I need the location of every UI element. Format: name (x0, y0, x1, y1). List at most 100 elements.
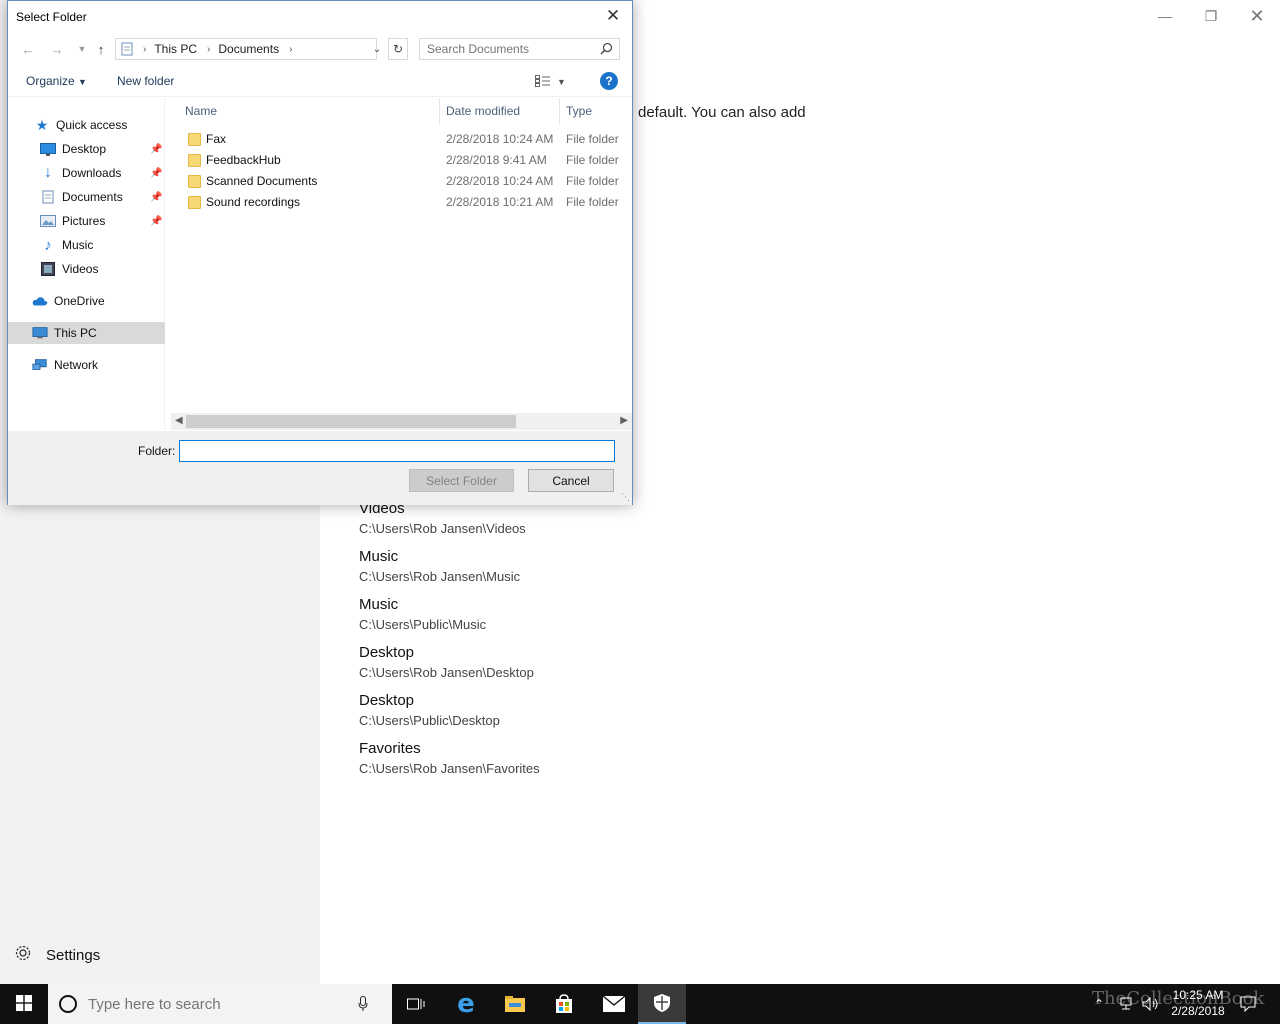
star-icon: ★ (35, 116, 49, 133)
folder-icon (188, 196, 201, 209)
nav-downloads[interactable]: ↓ Downloads 📌 (8, 162, 165, 184)
column-divider[interactable] (439, 98, 440, 124)
table-row[interactable]: Sound recordings 2/28/2018 10:21 AM File… (167, 192, 632, 213)
intro-text: default. You can also add (638, 104, 806, 121)
restore-button[interactable]: ❐ (1188, 4, 1234, 28)
list-item[interactable]: Desktop C:\Users\Public\Desktop (359, 692, 540, 740)
nav-desktop[interactable]: Desktop 📌 (8, 138, 165, 160)
videos-icon (40, 261, 56, 277)
nav-label: Desktop (62, 142, 107, 156)
column-header-date[interactable]: Date modified (446, 98, 520, 124)
chevron-down-icon[interactable]: ⌄ (367, 38, 387, 60)
minimize-button[interactable]: — (1142, 4, 1188, 28)
table-row[interactable]: FeedbackHub 2/28/2018 9:41 AM File folde… (167, 150, 632, 171)
dialog-footer: Folder: Select Folder Cancel ⋱ (8, 431, 632, 505)
edge-browser-icon[interactable]: e (442, 984, 490, 1024)
nav-this-pc[interactable]: This PC (8, 322, 165, 344)
nav-label: OneDrive (54, 294, 105, 308)
nav-videos[interactable]: Videos (8, 258, 165, 280)
microphone-icon[interactable] (358, 996, 368, 1012)
cancel-button[interactable]: Cancel (528, 469, 614, 492)
close-window-button[interactable]: ✕ (1234, 4, 1280, 28)
list-item[interactable]: Music C:\Users\Public\Music (359, 596, 540, 644)
recent-locations-icon[interactable]: ▼ (72, 39, 92, 59)
up-arrow-icon[interactable]: ↑ (91, 39, 111, 59)
column-divider[interactable] (559, 98, 560, 124)
mail-icon[interactable] (590, 984, 638, 1024)
library-path: C:\Users\Rob Jansen\Videos (359, 521, 526, 536)
new-folder-button[interactable]: New folder (117, 74, 174, 88)
nav-label: Pictures (62, 214, 106, 228)
settings-link[interactable]: Settings (14, 944, 100, 966)
list-item[interactable]: Desktop C:\Users\Rob Jansen\Desktop (359, 644, 540, 692)
organize-button[interactable]: Organize ▼ (26, 74, 87, 88)
column-header-type[interactable]: Type (566, 98, 592, 124)
scrollbar-thumb[interactable] (186, 415, 516, 428)
dialog-close-button[interactable]: ✕ (598, 3, 628, 29)
table-row[interactable]: Scanned Documents 2/28/2018 10:24 AM Fil… (167, 171, 632, 192)
list-item[interactable]: Favorites C:\Users\Rob Jansen\Favorites (359, 740, 540, 788)
table-row[interactable]: Fax 2/28/2018 10:24 AM File folder (167, 129, 632, 150)
scroll-right-icon[interactable]: ▶ (620, 415, 628, 426)
file-type: File folder (566, 174, 619, 188)
navigation-pane: ★ Quick access Desktop 📌 ↓ Downloads 📌 D… (8, 98, 165, 430)
taskbar-search[interactable] (48, 984, 392, 1024)
dialog-title: Select Folder (16, 9, 87, 24)
breadcrumb-this-pc[interactable]: This PC (154, 42, 197, 56)
library-name: Music (359, 548, 399, 565)
sort-ascending-icon: ⌃ (304, 98, 313, 105)
resize-grip-icon[interactable]: ⋱ (621, 492, 630, 503)
chevron-down-icon: ▼ (78, 77, 87, 87)
library-path: C:\Users\Rob Jansen\Desktop (359, 665, 534, 680)
library-name: Music (359, 596, 399, 613)
horizontal-scrollbar[interactable]: ◀ ▶ (171, 413, 632, 430)
nav-network[interactable]: Network (8, 354, 165, 376)
network-status-icon[interactable] (1118, 984, 1134, 1024)
refresh-icon[interactable]: ↻ (388, 38, 408, 60)
pin-icon: 📌 (150, 167, 163, 179)
windows-defender-icon[interactable] (638, 984, 686, 1024)
list-item[interactable]: Videos C:\Users\Rob Jansen\Videos (359, 500, 540, 548)
scroll-left-icon[interactable]: ◀ (175, 415, 183, 426)
address-bar[interactable]: › This PC › Documents › (115, 38, 377, 60)
breadcrumb-documents[interactable]: Documents (218, 42, 279, 56)
breadcrumb-separator-icon: › (289, 43, 293, 55)
volume-icon[interactable] (1142, 984, 1160, 1024)
action-center-icon[interactable] (1240, 984, 1256, 1024)
command-toolbar: Organize ▼ New folder ▼ ? (8, 67, 632, 97)
nav-documents[interactable]: Documents 📌 (8, 186, 165, 208)
list-item[interactable]: Music C:\Users\Rob Jansen\Music (359, 548, 540, 596)
file-date: 2/28/2018 10:24 AM (446, 174, 554, 188)
nav-music[interactable]: ♪ Music (8, 234, 165, 256)
folder-field[interactable] (179, 440, 615, 462)
file-name: Scanned Documents (206, 174, 318, 188)
file-date: 2/28/2018 10:24 AM (446, 132, 554, 146)
download-icon: ↓ (44, 164, 52, 181)
nav-label: Documents (62, 190, 123, 204)
file-explorer-icon[interactable] (491, 984, 539, 1024)
search-input[interactable] (427, 42, 592, 56)
forward-arrow-icon[interactable]: → (47, 39, 67, 59)
back-arrow-icon[interactable]: ← (18, 39, 38, 59)
nav-pictures[interactable]: Pictures 📌 (8, 210, 165, 232)
store-icon[interactable] (540, 984, 588, 1024)
taskbar-search-input[interactable] (88, 995, 358, 1013)
column-header-name[interactable]: Name (185, 98, 217, 124)
system-clock[interactable]: 10:25 AM 2/28/2018 (1166, 987, 1230, 1019)
change-view-button[interactable]: ▼ (535, 72, 575, 92)
nav-onedrive[interactable]: OneDrive (8, 290, 165, 312)
cloud-icon (32, 293, 48, 309)
tray-chevron-up-icon[interactable]: ⌃ (1094, 984, 1104, 1024)
search-box[interactable] (419, 38, 620, 60)
start-button[interactable] (0, 984, 48, 1024)
file-type: File folder (566, 132, 619, 146)
clock-date: 2/28/2018 (1171, 1004, 1225, 1018)
help-icon[interactable]: ? (600, 72, 618, 90)
windows-logo-icon (16, 994, 32, 1014)
nav-quick-access[interactable]: ★ Quick access (8, 114, 165, 136)
select-folder-button[interactable]: Select Folder (409, 469, 514, 492)
library-path: C:\Users\Public\Desktop (359, 713, 500, 728)
file-type: File folder (566, 153, 619, 167)
file-name: Fax (206, 132, 227, 146)
task-view-icon[interactable] (392, 984, 440, 1024)
